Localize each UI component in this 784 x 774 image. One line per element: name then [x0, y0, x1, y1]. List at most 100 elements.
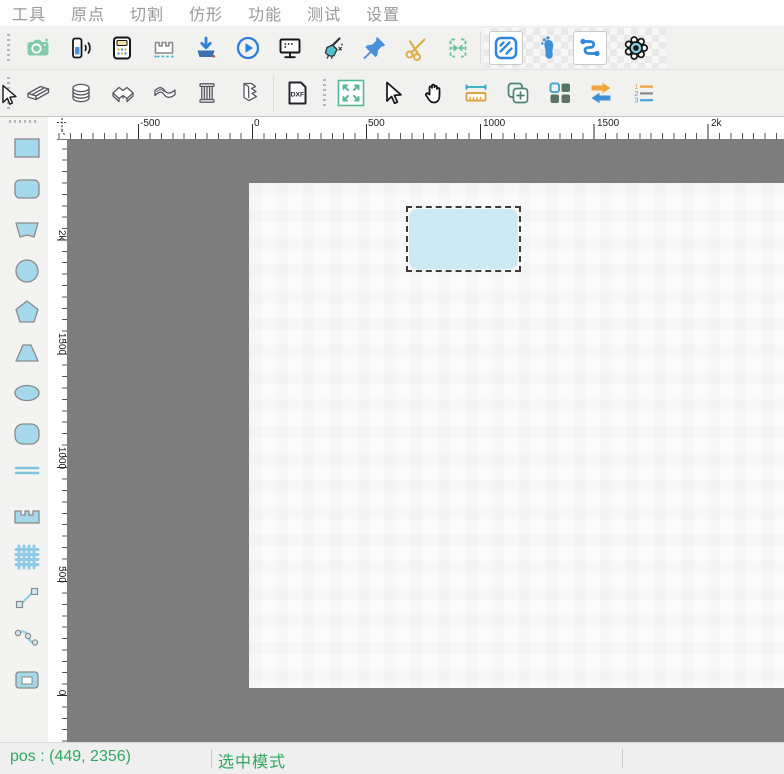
shape-ellipse[interactable]: [7, 375, 47, 411]
menu-item-function[interactable]: 功能: [248, 1, 282, 25]
menu-item-tools[interactable]: 工具: [12, 1, 46, 25]
palette-drag-handle[interactable]: [9, 120, 39, 123]
ruler-label: 1500: [597, 118, 619, 129]
shape-rounded-rectangle[interactable]: [7, 171, 47, 207]
shape-rectangle-with-hole[interactable]: [7, 662, 47, 698]
ruler-label: 1000: [56, 447, 67, 469]
channel-3d-icon: [151, 79, 179, 107]
hatch-fill-button[interactable]: [489, 31, 523, 65]
selected-rounded-rectangle[interactable]: [409, 209, 518, 269]
swap-arrows-icon: [587, 79, 615, 107]
menu-item-settings[interactable]: 设置: [366, 1, 400, 25]
swap-layers-button[interactable]: [584, 76, 618, 110]
gear-settings-button[interactable]: [619, 31, 653, 65]
shape-line-segment[interactable]: [7, 580, 47, 616]
sort-order-button[interactable]: 1 2 3: [626, 76, 660, 110]
cylinder-stack-icon: [67, 79, 95, 107]
route-path-button[interactable]: [573, 31, 607, 65]
svg-text:3: 3: [635, 98, 639, 105]
pin-icon: [360, 34, 388, 62]
add-copy-button[interactable]: [501, 76, 535, 110]
shape-squircle[interactable]: [7, 416, 47, 452]
arrange-blocks-button[interactable]: [543, 76, 577, 110]
menu-item-test[interactable]: 测试: [307, 1, 341, 25]
pin-button[interactable]: [357, 31, 391, 65]
ellipse-icon: [10, 376, 44, 410]
shape-double-lines[interactable]: [7, 453, 47, 489]
remote-meter-icon: [66, 34, 94, 62]
ruler-label: 2k: [56, 230, 67, 241]
pentagon-icon: [10, 295, 44, 329]
shape-trapezoid[interactable]: [7, 212, 47, 248]
groove-3d-button[interactable]: [106, 76, 140, 110]
column-3d-icon: [193, 79, 221, 107]
select-cursor-button[interactable]: [375, 76, 409, 110]
horizontal-ruler: -500 0 500 1000 1500 2k: [57, 117, 784, 140]
shape-palette: [0, 117, 48, 742]
dxf-file-button[interactable]: DXF: [280, 76, 314, 110]
rectangle-with-hole-icon: [10, 663, 44, 697]
circle-icon: [10, 254, 44, 288]
line-segment-icon: [10, 581, 44, 615]
mold-measure-button[interactable]: [147, 31, 181, 65]
ruler-label: 500: [368, 118, 385, 129]
shape-rectangle[interactable]: [7, 130, 47, 166]
channel-3d-button[interactable]: [148, 76, 182, 110]
toolbar-drag-handle[interactable]: [323, 79, 326, 107]
run-play-button[interactable]: [231, 31, 265, 65]
menu-item-cut[interactable]: 切割: [130, 1, 164, 25]
toolbar-separator: [273, 75, 274, 111]
fit-view-button[interactable]: [334, 76, 368, 110]
ruler-label: 0: [254, 118, 260, 129]
footprint-icon: [534, 34, 562, 62]
toolbar-drag-handle[interactable]: [7, 34, 10, 62]
clean-broom-button[interactable]: [315, 31, 349, 65]
monitor-log-button[interactable]: [273, 31, 307, 65]
svg-text:DXF: DXF: [291, 92, 305, 99]
vertical-ruler: 2k 1500 1000 500 0: [57, 140, 68, 742]
notched-plate-icon: [10, 499, 44, 533]
scissors-icon: [402, 34, 430, 62]
camera-button[interactable]: [21, 31, 55, 65]
shape-notched-plate[interactable]: [7, 498, 47, 534]
wedge-3d-button[interactable]: [21, 76, 55, 110]
cylinder-stack-button[interactable]: [64, 76, 98, 110]
mesh-grid-icon: [10, 540, 44, 574]
arrange-blocks-icon: [546, 79, 574, 107]
import-download-button[interactable]: [189, 31, 223, 65]
measure-ruler-icon: [462, 79, 490, 107]
ruler-origin-icon: [56, 116, 68, 140]
footprint-step-button[interactable]: [531, 31, 565, 65]
shape-pentagon[interactable]: [7, 294, 47, 330]
main-toolbar: [0, 27, 784, 70]
ruler-label: 500: [56, 566, 67, 583]
cut-scissors-button[interactable]: [399, 31, 433, 65]
sort-order-icon: 1 2 3: [629, 79, 657, 107]
status-bar: pos : (449, 2356) 选中模式: [0, 742, 784, 774]
secondary-toolbar: DXF: [0, 70, 784, 117]
carved-block-icon: [235, 79, 263, 107]
remote-meter-button[interactable]: [63, 31, 97, 65]
calculator-icon: [108, 34, 136, 62]
status-separator: [211, 749, 212, 768]
add-copy-icon: [504, 79, 532, 107]
shape-trapezoid-narrow-top[interactable]: [7, 335, 47, 371]
mode-label: 选中模式: [218, 748, 286, 772]
shape-curve-polyline[interactable]: [7, 621, 47, 657]
carved-block-button[interactable]: [232, 76, 266, 110]
calculator-button[interactable]: [105, 31, 139, 65]
merge-align-button[interactable]: [441, 31, 475, 65]
column-3d-button[interactable]: [190, 76, 224, 110]
monitor-icon: [276, 34, 304, 62]
menu-item-origin[interactable]: 原点: [71, 1, 105, 25]
fit-view-icon: [336, 78, 366, 108]
menu-item-profiling[interactable]: 仿形: [189, 1, 223, 25]
wedge-3d-icon: [24, 79, 52, 107]
shape-circle[interactable]: [7, 253, 47, 289]
pan-hand-button[interactable]: [417, 76, 451, 110]
selected-shape[interactable]: [406, 206, 521, 272]
double-lines-icon: [10, 454, 44, 488]
shape-mesh-grid[interactable]: [7, 539, 47, 575]
measure-ruler-button[interactable]: [459, 76, 493, 110]
ruler-label: -500: [140, 118, 160, 129]
